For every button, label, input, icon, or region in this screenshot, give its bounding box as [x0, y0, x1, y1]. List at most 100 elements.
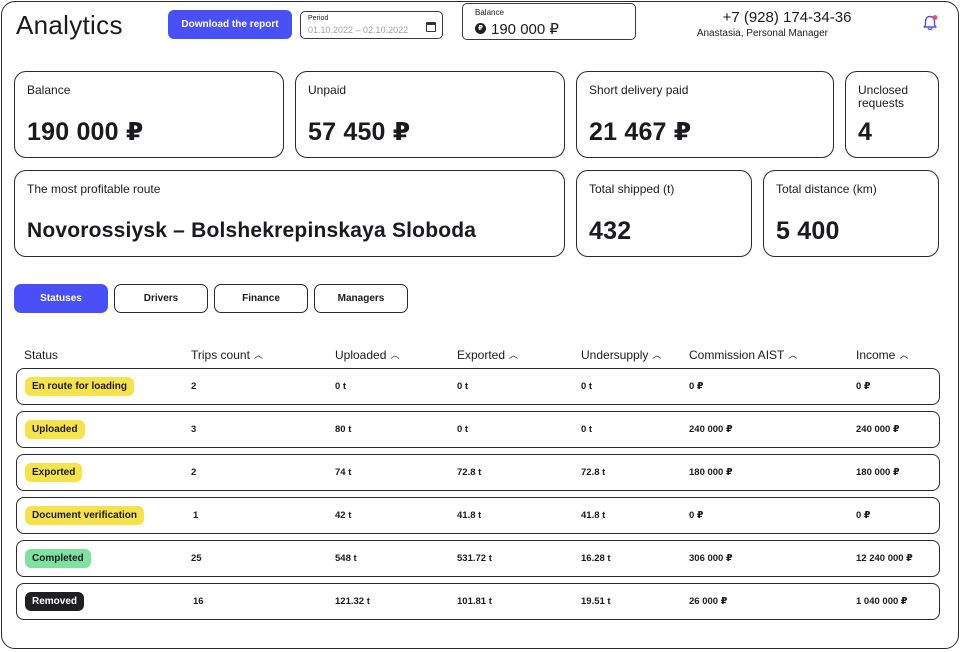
card-balance-value: 190 000 ₽ — [27, 118, 144, 146]
column-header-uploaded[interactable]: Uploaded ︿ — [335, 348, 399, 362]
card-profitable-route: The most profitable route Novorossiysk –… — [14, 170, 565, 257]
card-total-shipped: Total shipped (t) 432 — [576, 170, 752, 257]
card-distance-value: 5 400 — [776, 217, 840, 245]
card-unclosed-requests: Unclosed requests 4 — [845, 71, 939, 158]
status-badge: Completed — [25, 549, 91, 568]
ruble-coin-icon: ₽ — [475, 23, 486, 34]
card-shipped-label: Total shipped (t) — [589, 182, 675, 196]
period-picker[interactable]: Period 01.10.2022 – 02.10.2022 — [300, 11, 443, 39]
cell-trips: 16 — [193, 596, 204, 607]
sort-icon[interactable]: ︿ — [509, 348, 518, 361]
card-balance: Balance 190 000 ₽ — [14, 71, 284, 158]
sort-icon[interactable]: ︿ — [254, 348, 263, 361]
card-balance-label: Balance — [27, 83, 71, 97]
manager-name: Anastasia, Personal Manager — [696, 28, 828, 39]
status-badge: Uploaded — [25, 420, 85, 439]
cell-uploaded: 80 t — [335, 424, 352, 435]
column-header-status: Status — [24, 348, 59, 362]
cell-exported: 101.81 t — [457, 596, 492, 607]
sort-icon[interactable]: ︿ — [899, 348, 908, 361]
sort-icon[interactable]: ︿ — [652, 348, 661, 361]
cell-commission: 0 ₽ — [689, 510, 704, 521]
cell-uploaded: 121.32 t — [335, 596, 370, 607]
notification-dot — [932, 15, 938, 20]
card-unpaid: Unpaid 57 450 ₽ — [295, 71, 565, 158]
cell-commission: 0 ₽ — [689, 381, 704, 392]
cell-commission: 26 000 ₽ — [689, 596, 728, 607]
cell-trips: 3 — [191, 424, 197, 435]
cell-income: 0 ₽ — [856, 381, 871, 392]
manager-phone[interactable]: +7 (928) 174-34-36 — [662, 9, 912, 26]
cell-uploaded: 74 t — [335, 467, 352, 478]
cell-undersupply: 0 t — [581, 381, 593, 392]
sort-icon[interactable]: ︿ — [788, 348, 797, 361]
cell-undersupply: 41.8 t — [581, 510, 606, 521]
card-unpaid-value: 57 450 ₽ — [308, 118, 411, 146]
sort-icon[interactable]: ︿ — [390, 348, 399, 361]
status-badge: Exported — [25, 463, 83, 482]
card-short-delivery-label: Short delivery paid — [589, 83, 689, 97]
cell-exported: 0 t — [457, 424, 469, 435]
table-row[interactable]: Removed 16 121.32 t 101.81 t 19.51 t 26 … — [16, 583, 940, 620]
cell-exported: 72.8 t — [457, 467, 482, 478]
cell-exported: 0 t — [457, 381, 469, 392]
cell-trips: 2 — [191, 467, 197, 478]
balance-widget: Balance ₽ 190 000 ₽ — [462, 3, 636, 40]
status-badge: Removed — [25, 592, 85, 611]
table-row[interactable]: Uploaded 3 80 t 0 t 0 t 240 000 ₽ 240 00… — [16, 411, 940, 448]
card-unpaid-label: Unpaid — [308, 83, 347, 97]
table-row[interactable]: Exported 2 74 t 72.8 t 72.8 t 180 000 ₽ … — [16, 454, 940, 491]
column-header-undersupply[interactable]: Undersupply ︿ — [581, 348, 661, 362]
card-unclosed-value: 4 — [858, 118, 873, 146]
cell-undersupply: 0 t — [581, 424, 593, 435]
status-badge: En route for loading — [25, 377, 134, 396]
card-route-value: Novorossiysk – Bolshekrepinskaya Sloboda — [27, 219, 477, 242]
cell-income: 180 000 ₽ — [856, 467, 900, 478]
download-report-button[interactable]: Download the report — [168, 10, 292, 39]
card-short-delivery: Short delivery paid 21 467 ₽ — [576, 71, 834, 158]
balance-widget-label: Balance — [475, 8, 504, 17]
cell-uploaded: 0 t — [335, 381, 347, 392]
cell-income: 0 ₽ — [856, 510, 871, 521]
page-title: Analytics — [16, 10, 123, 40]
cell-uploaded: 548 t — [335, 553, 357, 564]
tab-managers[interactable]: Managers — [314, 284, 408, 313]
card-total-distance: Total distance (km) 5 400 — [763, 170, 939, 257]
cell-trips: 25 — [191, 553, 202, 564]
card-route-label: The most profitable route — [27, 182, 161, 196]
column-header-income[interactable]: Income ︿ — [856, 348, 908, 362]
app-frame: Analytics Download the report Period 01.… — [1, 1, 959, 649]
status-badge: Document verification — [25, 506, 145, 525]
card-distance-label: Total distance (km) — [776, 182, 877, 196]
cell-undersupply: 72.8 t — [581, 467, 606, 478]
table-row[interactable]: En route for loading 2 0 t 0 t 0 t 0 ₽ 0… — [16, 368, 940, 405]
card-short-delivery-value: 21 467 ₽ — [589, 118, 692, 146]
column-header-trips[interactable]: Trips count ︿ — [191, 348, 263, 362]
cell-commission: 180 000 ₽ — [689, 467, 733, 478]
cell-uploaded: 42 t — [335, 510, 352, 521]
cell-commission: 306 000 ₽ — [689, 553, 733, 564]
cell-commission: 240 000 ₽ — [689, 424, 733, 435]
cell-exported: 41.8 t — [457, 510, 482, 521]
table-row[interactable]: Document verification 1 42 t 41.8 t 41.8… — [16, 497, 940, 534]
balance-widget-value: 190 000 ₽ — [491, 21, 559, 38]
tab-drivers[interactable]: Drivers — [114, 284, 208, 313]
calendar-icon[interactable] — [426, 22, 436, 32]
cell-trips: 1 — [193, 510, 199, 521]
cell-undersupply: 16.28 t — [581, 553, 611, 564]
table-row[interactable]: Completed 25 548 t 531.72 t 16.28 t 306 … — [16, 540, 940, 577]
bell-icon[interactable] — [921, 14, 939, 32]
period-label: Period — [308, 15, 329, 22]
cell-income: 12 240 000 ₽ — [856, 553, 913, 564]
tab-statuses[interactable]: Statuses — [14, 284, 108, 313]
card-shipped-value: 432 — [589, 217, 632, 245]
cell-trips: 2 — [191, 381, 197, 392]
card-unclosed-label: Unclosed requests — [858, 83, 909, 110]
column-header-commission[interactable]: Commission AIST ︿ — [689, 348, 797, 362]
tab-finance[interactable]: Finance — [214, 284, 308, 313]
cell-income: 240 000 ₽ — [856, 424, 900, 435]
column-header-exported[interactable]: Exported ︿ — [457, 348, 518, 362]
period-value: 01.10.2022 – 02.10.2022 — [308, 25, 409, 35]
cell-income: 1 040 000 ₽ — [856, 596, 908, 607]
cell-undersupply: 19.51 t — [581, 596, 611, 607]
